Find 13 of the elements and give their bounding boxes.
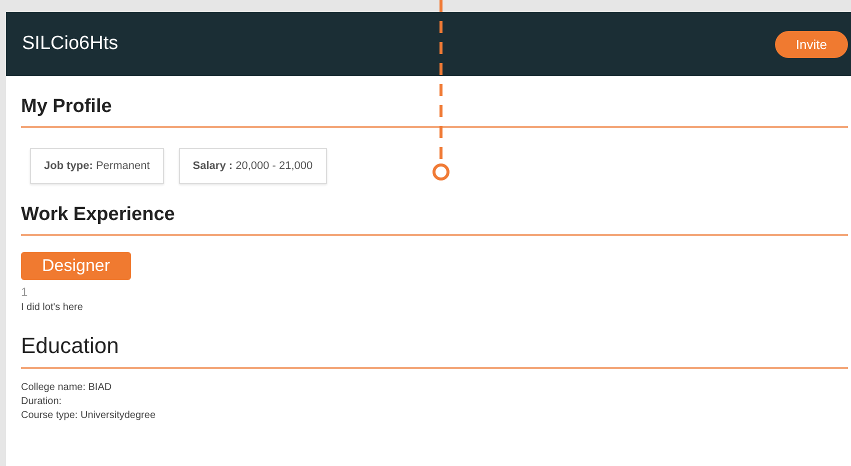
count-text: 1 <box>21 285 29 299</box>
invite-button[interactable]: Invite <box>774 30 848 58</box>
section-heading: My Profile <box>21 95 113 118</box>
education-text: Duration: <box>21 396 63 407</box>
app-title: SILCio6Hts <box>22 33 118 55</box>
description-text: I did lot's here <box>21 302 84 313</box>
role-button[interactable]: Designer <box>21 252 132 280</box>
section-heading: Education <box>21 332 120 359</box>
info-chip: Job type: Permanent <box>30 148 164 184</box>
education-text: College name: BIAD <box>21 382 113 393</box>
section-heading: Work Experience <box>21 203 176 226</box>
education-text: Course type: Universitydegree <box>21 410 157 421</box>
info-chip: Salary : 20,000 - 21,000 <box>178 148 327 184</box>
